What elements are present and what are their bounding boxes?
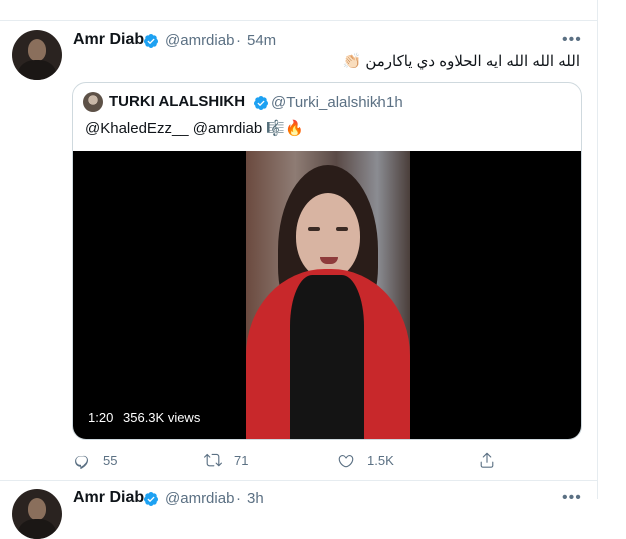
next-author-avatar[interactable] (12, 489, 62, 539)
share-icon (480, 452, 494, 468)
reply-button[interactable]: 55 (73, 450, 117, 470)
retweet-icon (204, 453, 222, 467)
video-frame (246, 151, 410, 439)
next-more-icon[interactable]: ••• (562, 489, 582, 507)
tweet-text-body: الله الله الله ايه الحلاوه دي ياكارمن (365, 53, 580, 70)
retweet-button[interactable]: 71 (204, 450, 248, 470)
tweet-actions: 55 71 1.5K (0, 450, 597, 470)
author-handle[interactable]: @amrdiab (165, 32, 234, 49)
more-icon[interactable]: ••• (562, 31, 582, 49)
frame-eye-shape (336, 227, 348, 231)
avatar-body-shape (18, 519, 56, 539)
quoted-tweet-card[interactable]: TURKI ALALSHIKH @Turki_alalshikh · 1h @K… (72, 82, 582, 440)
verified-badge-icon (253, 96, 268, 110)
verified-badge-icon (143, 492, 158, 506)
frame-scarf-shape (290, 275, 364, 439)
timeline-border (597, 0, 598, 499)
video-views: 356.3K views (123, 410, 201, 425)
retweet-count: 71 (234, 452, 249, 468)
like-button[interactable]: 1.5K (337, 450, 394, 470)
video-player[interactable]: 1:20 356.3K views (73, 151, 581, 439)
avatar-body-shape (18, 60, 56, 80)
avatar-head-shape (28, 39, 46, 61)
quoted-author-avatar (83, 92, 103, 112)
next-author-name[interactable]: Amr Diab (73, 489, 144, 507)
tweet-text: الله الله الله ايه الحلاوه دي ياكارمن 👏🏻 (342, 52, 580, 70)
like-icon (338, 455, 354, 468)
reply-icon (75, 455, 89, 469)
quoted-author-handle: @Turki_alalshikh (271, 94, 386, 111)
tweet-time[interactable]: 54m (247, 32, 276, 49)
clapping-emoji: 👏🏻 (342, 53, 362, 70)
reply-count: 55 (103, 452, 118, 468)
top-divider (0, 20, 597, 21)
quoted-tweet-time: 1h (386, 94, 403, 111)
quoted-author-name: TURKI ALALSHIKH (109, 93, 246, 110)
verified-badge-icon (143, 34, 158, 48)
quoted-tweet-text: @KhaledEzz__ @amrdiab 🎼🔥 (85, 120, 304, 137)
time-separator: · (236, 32, 241, 49)
video-duration: 1:20 (88, 410, 114, 425)
author-name[interactable]: Amr Diab (73, 31, 144, 49)
share-button[interactable] (478, 450, 496, 470)
like-count: 1.5K (367, 452, 394, 468)
tweet-divider (0, 480, 597, 481)
avatar-head-shape (28, 498, 46, 520)
frame-face-shape (296, 193, 360, 279)
frame-eye-shape (308, 227, 320, 231)
quoted-time-separator: · (375, 94, 380, 111)
author-avatar[interactable] (12, 30, 62, 80)
